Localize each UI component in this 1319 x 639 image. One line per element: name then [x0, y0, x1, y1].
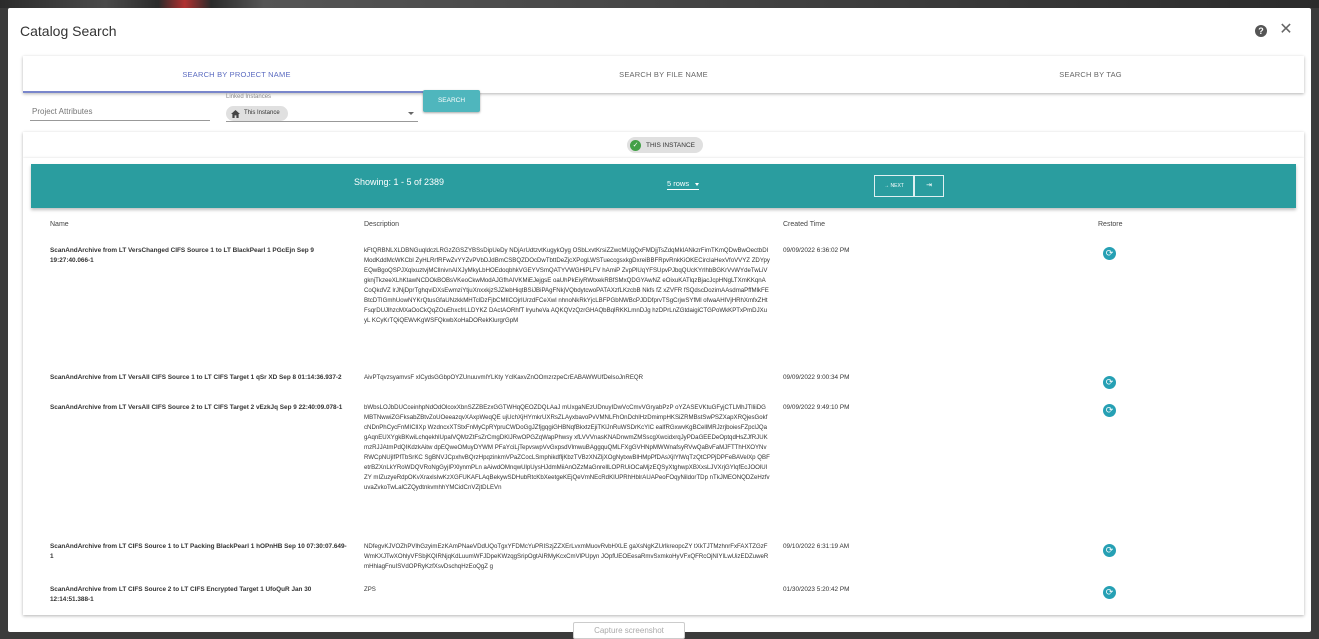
- help-circle-icon[interactable]: ?: [1255, 25, 1267, 37]
- catalog-search-dialog: Catalog Search ? ✕ SEARCH BY PROJECT NAM…: [8, 8, 1311, 632]
- restore-button[interactable]: ⟳: [1103, 247, 1116, 260]
- chevron-down-icon: [408, 112, 414, 115]
- table-row-name[interactable]: ScanAndArchive from LT CIFS Source 2 to …: [50, 585, 350, 605]
- pagination-bar: Showing: 1 - 5 of 2389 5 rows → NEXT ⇥: [31, 164, 1296, 208]
- rows-per-page-select[interactable]: 5 rows: [667, 179, 700, 190]
- results-card: Showing: 1 - 5 of 2389 5 rows → NEXT ⇥ N…: [23, 158, 1304, 615]
- restore-button[interactable]: ⟳: [1103, 544, 1116, 557]
- table-row-description: NDfegvKJVOZhPVlhGzyimEzKAmPNaeVDdUQoTgxY…: [364, 543, 769, 570]
- last-page-button[interactable]: ⇥: [914, 175, 944, 197]
- column-header-name[interactable]: Name: [50, 221, 69, 228]
- column-header-description[interactable]: Description: [364, 221, 399, 228]
- table-row-description: AivPTqvzsyamvsF xlCydsGGbpOYZUnuuvmlYLKt…: [364, 374, 644, 381]
- instance-filter-bar: ✓ THIS INSTANCE: [23, 132, 1304, 158]
- table-row-name[interactable]: ScanAndArchive from LT VersAll CIFS Sour…: [50, 373, 350, 383]
- home-icon: [231, 109, 240, 118]
- table-row-created-time: 09/10/2022 6:31:19 AM: [783, 543, 850, 550]
- column-header-restore: Restore: [1098, 221, 1123, 228]
- next-page-button[interactable]: → NEXT: [874, 175, 914, 197]
- linked-instance-chip[interactable]: This Instance: [226, 106, 288, 121]
- linked-instance-value: This Instance: [244, 110, 280, 116]
- capture-screenshot-button[interactable]: Capture screenshot: [573, 622, 685, 639]
- table-row-description: ZPS: [364, 586, 376, 593]
- table-row-description: kFtQRBNLXLDBNGuqldczLRGzZGSZYBSsDipUeDy …: [364, 247, 770, 324]
- close-icon[interactable]: ✕: [1278, 21, 1294, 39]
- tab-search-by-project-name[interactable]: SEARCH BY PROJECT NAME: [23, 56, 450, 93]
- tab-search-by-tag[interactable]: SEARCH BY TAG: [877, 56, 1304, 93]
- table-row-created-time: 09/09/2022 9:00:34 PM: [783, 374, 850, 381]
- table-row-created-time: 09/09/2022 6:36:02 PM: [783, 247, 850, 254]
- table-row-name[interactable]: ScanAndArchive from LT CIFS Source 1 to …: [50, 542, 350, 562]
- tab-search-by-file-name[interactable]: SEARCH BY FILE NAME: [450, 56, 877, 93]
- check-circle-icon: ✓: [630, 139, 641, 151]
- this-instance-filter-chip[interactable]: ✓ THIS INSTANCE: [627, 137, 703, 153]
- table-row-name[interactable]: ScanAndArchive from LT VersChanged CIFS …: [50, 246, 350, 266]
- background-app-strip: [0, 0, 1319, 8]
- column-header-created-time[interactable]: Created Time: [783, 221, 825, 228]
- dialog-title: Catalog Search: [20, 23, 117, 39]
- linked-instances-label: Linked Instances: [226, 94, 272, 100]
- chevron-down-icon: [695, 183, 700, 186]
- table-row-name[interactable]: ScanAndArchive from LT VersAll CIFS Sour…: [50, 403, 350, 413]
- table-row-created-time: 09/09/2022 9:49:10 PM: [783, 404, 850, 411]
- search-tabs: SEARCH BY PROJECT NAME SEARCH BY FILE NA…: [23, 56, 1304, 93]
- rows-per-page-value: 5 rows: [667, 179, 690, 188]
- table-row-description: bWbsLOJbDUCceinhpNdOdOlcoxXbnSZZBEzxGGTW…: [364, 404, 770, 491]
- restore-button[interactable]: ⟳: [1103, 376, 1116, 389]
- showing-count: Showing: 1 - 5 of 2389: [354, 177, 445, 187]
- linked-instances-select[interactable]: This Instance: [226, 104, 418, 122]
- search-button[interactable]: SEARCH: [423, 90, 480, 112]
- filter-chip-label: THIS INSTANCE: [646, 141, 695, 149]
- project-attributes-input[interactable]: [30, 102, 210, 121]
- table-row-created-time: 01/30/2023 5:20:42 PM: [783, 586, 850, 593]
- restore-button[interactable]: ⟳: [1103, 586, 1116, 599]
- restore-button[interactable]: ⟳: [1103, 404, 1116, 417]
